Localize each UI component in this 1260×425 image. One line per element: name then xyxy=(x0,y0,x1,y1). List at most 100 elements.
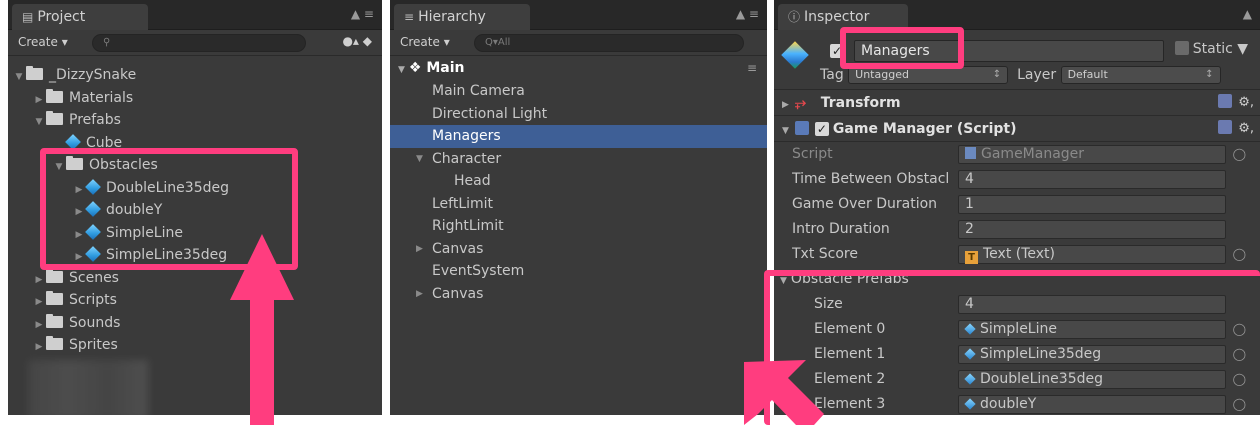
hierarchy-item[interactable]: Managers xyxy=(390,125,767,148)
hierarchy-item[interactable]: EventSystem xyxy=(390,260,767,283)
property-field[interactable]: 4 xyxy=(958,170,1226,189)
object-picker-icon[interactable]: ◯ xyxy=(1233,242,1246,267)
static-toggle[interactable]: Static ▼ xyxy=(1174,41,1248,57)
property-value: 4 xyxy=(965,171,974,187)
project-item[interactable]: ▶ doubleY xyxy=(8,199,382,222)
property-value: Text (Text) xyxy=(983,246,1056,262)
collapse-arrow-icon[interactable]: ▶ xyxy=(32,314,46,337)
create-button[interactable]: Create ▾ xyxy=(400,35,450,49)
project-item[interactable]: ▶ Scripts xyxy=(8,289,382,312)
expand-arrow-icon[interactable]: ▼ xyxy=(416,148,423,171)
project-item[interactable]: ▶ Sounds xyxy=(8,312,382,335)
hierarchy-tab[interactable]: ≡ Hierarchy xyxy=(394,4,530,30)
object-picker-icon[interactable]: ◯ xyxy=(1233,392,1246,415)
hierarchy-item[interactable]: LeftLimit xyxy=(390,193,767,216)
property-field[interactable]: T Text (Text) xyxy=(958,245,1226,264)
project-item[interactable]: ▶ SimpleLine xyxy=(8,222,382,245)
collapse-arrow-icon[interactable]: ▶ xyxy=(416,283,423,306)
game-manager-component[interactable]: ▼ ✓ Game Manager (Script) ⚙, xyxy=(774,116,1260,142)
project-item-label: Sprites xyxy=(69,337,118,353)
tag-dropdown[interactable]: Untagged xyxy=(848,66,1009,84)
expand-arrow-icon[interactable]: ▼ xyxy=(782,126,789,136)
hierarchy-item[interactable]: ▼ Character xyxy=(390,148,767,171)
collapse-arrow-icon[interactable]: ▶ xyxy=(782,100,789,110)
script-row: Script GameManager ◯ xyxy=(774,142,1260,167)
project-item[interactable]: ▶ Materials xyxy=(8,87,382,110)
component-menu-icons[interactable]: ⚙, xyxy=(1218,116,1254,142)
help-icon[interactable] xyxy=(1218,120,1233,134)
search-icon: ⚲ xyxy=(103,37,111,48)
hierarchy-item[interactable]: Head xyxy=(390,170,767,193)
expand-arrow-icon[interactable]: ▼ xyxy=(32,111,46,134)
project-item[interactable]: ▶ Scenes xyxy=(8,267,382,290)
inspector-tab[interactable]: ⓘ Inspector xyxy=(778,4,908,30)
project-item[interactable]: Cube xyxy=(8,132,382,155)
search-input[interactable]: Q▾All xyxy=(474,34,744,52)
project-tab[interactable]: ▤ Project xyxy=(12,4,148,30)
collapse-arrow-icon[interactable]: ▶ xyxy=(72,224,86,247)
project-item[interactable]: ▶ DoubleLine35deg xyxy=(8,177,382,200)
project-item[interactable]: ▼ _DizzySnake xyxy=(8,64,382,87)
expand-arrow-icon[interactable]: ▼ xyxy=(12,66,26,89)
component-enabled-checkbox[interactable]: ✓ xyxy=(814,122,829,136)
size-field[interactable]: 4 xyxy=(958,295,1226,314)
panel-menu-icon[interactable]: ▲ ≡ xyxy=(351,7,374,21)
hierarchy-item[interactable]: ▶ Canvas xyxy=(390,238,767,261)
lock-icon[interactable]: ▲ xyxy=(1243,7,1252,21)
hierarchy-item[interactable]: ▶ Canvas xyxy=(390,283,767,306)
object-picker-icon[interactable]: ◯ xyxy=(1233,342,1246,367)
expand-arrow-icon[interactable]: ▼ xyxy=(52,156,66,179)
prefab-cube-icon xyxy=(85,201,101,217)
object-picker-icon[interactable]: ◯ xyxy=(1233,367,1246,392)
active-checkbox[interactable]: ✓ xyxy=(830,44,844,58)
collapse-arrow-icon[interactable]: ▶ xyxy=(72,179,86,202)
search-input[interactable]: ⚲ xyxy=(92,34,306,52)
expand-arrow-icon[interactable]: ▼ xyxy=(398,65,405,75)
scene-header[interactable]: ▼ ❖ Main ≡ xyxy=(390,56,767,80)
panel-menu-icon[interactable]: ▲ ≡ xyxy=(736,7,759,21)
object-picker-icon[interactable]: ◯ xyxy=(1233,142,1246,167)
scene-menu-icon[interactable]: ≡ xyxy=(747,56,757,80)
collapse-arrow-icon[interactable]: ▶ xyxy=(72,201,86,224)
project-item[interactable]: ▼ Prefabs xyxy=(8,109,382,132)
collapse-arrow-icon[interactable]: ▶ xyxy=(72,246,86,269)
collapse-arrow-icon[interactable]: ▶ xyxy=(416,238,423,261)
list-icon: ≡ xyxy=(404,10,415,24)
collapse-arrow-icon[interactable]: ▶ xyxy=(32,89,46,112)
help-icon[interactable] xyxy=(1218,94,1233,108)
expand-arrow-icon[interactable]: ▼ xyxy=(780,276,787,286)
collapse-arrow-icon[interactable]: ▶ xyxy=(32,336,46,359)
component-menu-icons[interactable]: ⚙, xyxy=(1218,90,1254,116)
project-item[interactable]: ▶ SimpleLine35deg xyxy=(8,244,382,267)
property-label: Intro Duration xyxy=(792,221,890,237)
property-value: 2 xyxy=(965,221,974,237)
object-picker-icon[interactable]: ◯ xyxy=(1233,317,1246,342)
property-label: Game Over Duration xyxy=(792,196,938,212)
hierarchy-item-label: Head xyxy=(454,173,491,189)
hierarchy-item[interactable]: Main Camera xyxy=(390,80,767,103)
hierarchy-item[interactable]: Directional Light xyxy=(390,103,767,126)
element-field[interactable]: DoubleLine35deg xyxy=(958,370,1226,389)
collapse-arrow-icon[interactable]: ▶ xyxy=(32,269,46,292)
property-field[interactable]: 2 xyxy=(958,220,1226,239)
property-field[interactable]: 1 xyxy=(958,195,1226,214)
object-name-field[interactable]: Managers xyxy=(854,40,1164,62)
folder-icon xyxy=(46,268,63,283)
project-item[interactable]: ▶ Sprites xyxy=(8,334,382,357)
layer-dropdown[interactable]: Default xyxy=(1060,66,1221,84)
filter-icons[interactable]: ●▴ ◆ xyxy=(342,34,372,48)
hierarchy-item[interactable]: RightLimit xyxy=(390,215,767,238)
folder-icon xyxy=(46,313,63,328)
project-item-label: _DizzySnake xyxy=(49,67,137,83)
project-item[interactable]: ▼ Obstacles xyxy=(8,154,382,177)
create-button[interactable]: Create ▾ xyxy=(18,35,68,49)
collapse-arrow-icon[interactable]: ▶ xyxy=(32,291,46,314)
project-item-label: Scripts xyxy=(69,292,117,308)
element-field[interactable]: SimpleLine xyxy=(958,320,1226,339)
element-field[interactable]: SimpleLine35deg xyxy=(958,345,1226,364)
obstacle-prefabs-header[interactable]: ▼ Obstacle Prefabs xyxy=(774,267,1260,292)
folder-icon xyxy=(46,336,63,350)
element-field[interactable]: doubleY xyxy=(958,395,1226,414)
transform-component[interactable]: ▶ ⥅ Transform ⚙, xyxy=(774,90,1260,116)
static-checkbox[interactable] xyxy=(1174,41,1189,55)
